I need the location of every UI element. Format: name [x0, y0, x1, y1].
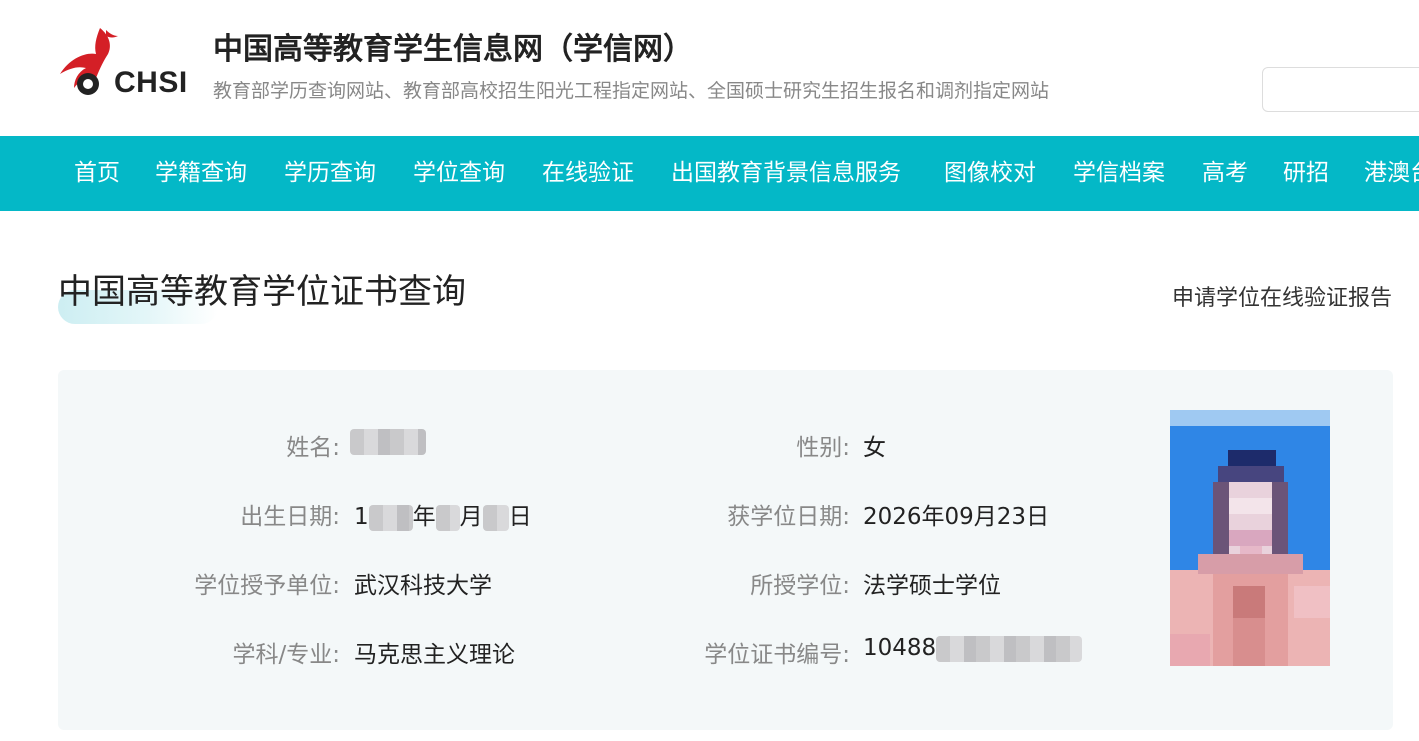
birth-month-mask: [435, 504, 460, 531]
degree-label: 所授学位:: [750, 573, 850, 599]
birth-day-mask: [482, 504, 509, 531]
cert-prefix: 10488: [863, 635, 937, 661]
site-title: 中国高等教育学生信息网（学信网）: [213, 32, 693, 67]
site-subtitle: 教育部学历查询网站、教育部高校招生阳光工程指定网站、全国硕士研究生招生报名和调剂…: [213, 80, 1050, 102]
nav-item-enrollment-query[interactable]: 学籍查询: [155, 136, 247, 211]
cert-label: 学位证书编号:: [704, 642, 850, 668]
gender-value: 女: [863, 435, 886, 461]
apply-report-link[interactable]: 申请学位在线验证报告: [1172, 280, 1392, 312]
birth-value: 1 年月日: [354, 497, 532, 531]
degree-info-card: 姓名: 性别: 女 出生日期: 1年月日 获学位日期: 2026年09月23日 …: [58, 370, 1393, 730]
degree-date-value: 2026年09月23日: [863, 504, 1050, 530]
birth-prefix: 1: [354, 504, 369, 530]
nav-item-archive[interactable]: 学信档案: [1073, 136, 1165, 211]
birth-day-char: 日: [508, 504, 532, 530]
page-title-block: 中国高等教育学位证书查询: [58, 262, 558, 326]
birth-month-char: 月: [459, 504, 483, 530]
birth-label: 出生日期:: [240, 504, 340, 530]
nav-item-yanzhao[interactable]: 研招: [1283, 136, 1329, 211]
nav-item-hmt[interactable]: 港澳台: [1364, 136, 1419, 211]
degree-value: 法学硕士学位: [863, 573, 1001, 599]
chsi-logo[interactable]: CHSI: [56, 24, 196, 102]
nav-item-online-verify[interactable]: 在线验证: [542, 136, 634, 211]
degree-date-label: 获学位日期:: [727, 504, 850, 530]
name-label: 姓名:: [286, 435, 340, 461]
nav-item-education-query[interactable]: 学历查询: [284, 136, 376, 211]
gender-label: 性别:: [796, 435, 850, 461]
main-nav: 首页 学籍查询 学历查询 学位查询 在线验证 出国教育背景信息服务 图像校对 学…: [0, 136, 1419, 211]
name-mask: [350, 428, 426, 455]
site-header: CHSI 中国高等教育学生信息网（学信网） 教育部学历查询网站、教育部高校招生阳…: [0, 0, 1419, 136]
nav-item-home[interactable]: 首页: [74, 136, 120, 211]
name-value: [350, 428, 426, 455]
cert-value: 10488: [863, 635, 1083, 662]
student-photo: [1168, 410, 1333, 668]
logo-text: CHSI: [114, 66, 188, 99]
school-label: 学位授予单位:: [194, 573, 340, 599]
birth-year-mask: [368, 504, 413, 531]
cert-mask: [936, 635, 1083, 662]
pixelated-portrait-image: [1168, 410, 1333, 668]
page-title: 中国高等教育学位证书查询: [58, 272, 466, 312]
nav-item-image-check[interactable]: 图像校对: [944, 136, 1036, 211]
major-value: 马克思主义理论: [354, 642, 515, 668]
nav-item-degree-query[interactable]: 学位查询: [413, 136, 505, 211]
nav-item-overseas-service[interactable]: 出国教育背景信息服务: [671, 136, 901, 211]
nav-item-gaokao[interactable]: 高考: [1202, 136, 1248, 211]
birth-year-char: 年: [412, 504, 436, 530]
search-input[interactable]: [1262, 67, 1419, 112]
major-label: 学科/专业:: [232, 642, 341, 668]
school-value: 武汉科技大学: [354, 573, 492, 599]
